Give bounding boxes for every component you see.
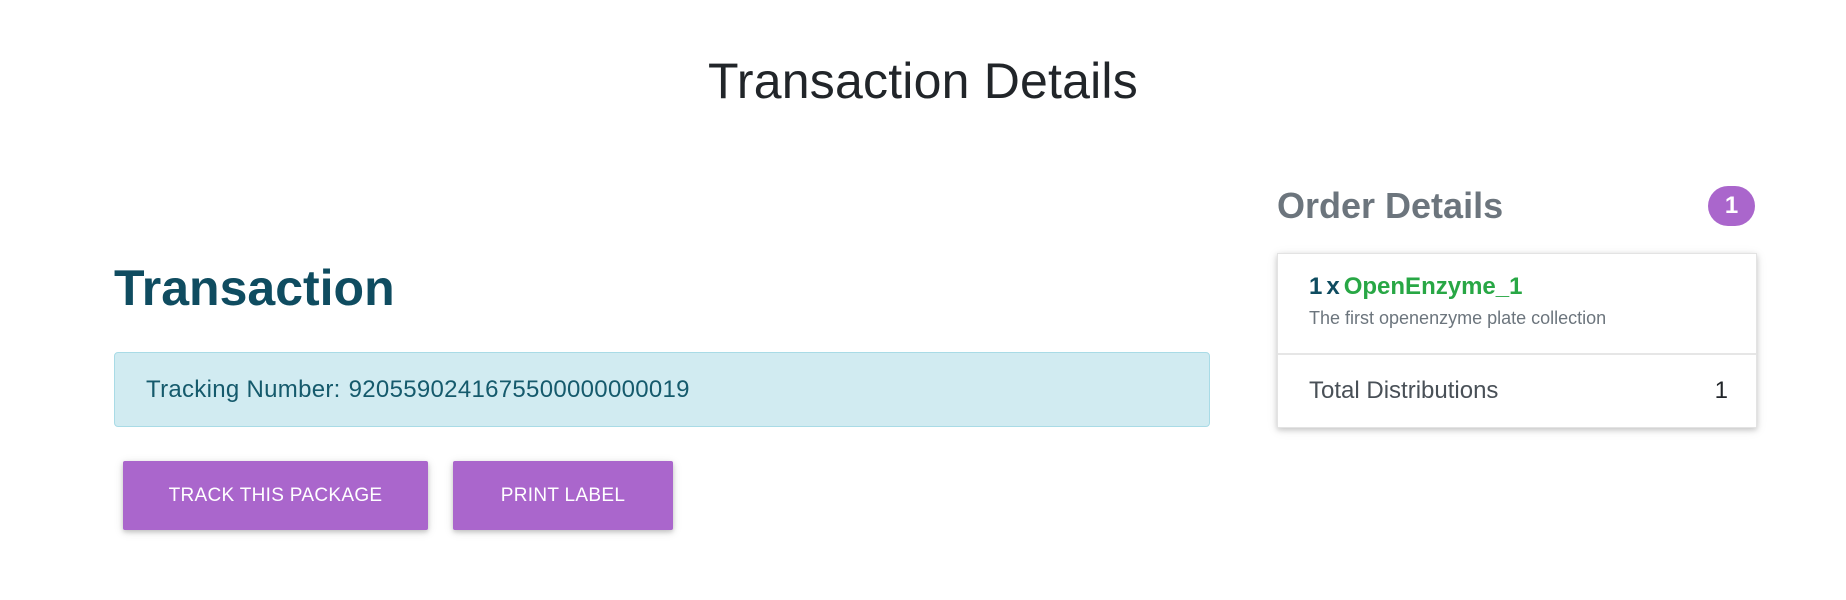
order-details-section: Order Details 1 1 x OpenEnzyme_1 The first…	[1277, 183, 1757, 428]
order-details-card: 1 x OpenEnzyme_1 The first openenzyme plat…	[1277, 253, 1757, 428]
total-distributions-value: 1	[1714, 377, 1728, 404]
list-item: 1 x OpenEnzyme_1 The first openenzyme plat…	[1278, 254, 1756, 355]
transaction-details-page: Transaction Details Transaction Tracking…	[0, 0, 1846, 600]
tracking-number-alert: Tracking Number: 92055902416755000000000…	[114, 352, 1210, 427]
order-item-description: The first openenzyme plate collection	[1309, 308, 1607, 328]
print-label-button[interactable]: PRINT LABEL	[453, 461, 673, 530]
order-count-badge: 1	[1708, 186, 1755, 226]
track-package-button[interactable]: TRACK THIS PACKAGE	[123, 461, 428, 530]
order-item-name: OpenEnzyme_1	[1343, 273, 1523, 300]
total-distributions-row: Total Distributions 1	[1278, 355, 1756, 427]
page-title: Transaction Details	[708, 53, 1138, 109]
transaction-actions: TRACK THIS PACKAGE PRINT LABEL	[123, 461, 1210, 530]
tracking-number-value: 9205590241675500000000019	[348, 375, 690, 403]
total-distributions-label: Total Distributions	[1309, 377, 1499, 404]
tracking-number-label: Tracking Number:	[146, 375, 341, 403]
order-details-heading: Order Details	[1277, 185, 1504, 226]
order-item-multiplier: x	[1326, 273, 1340, 300]
transaction-heading: Transaction	[114, 260, 395, 316]
order-item-title: 1 x OpenEnzyme_1	[1309, 272, 1725, 302]
order-item-quantity: 1	[1309, 273, 1323, 300]
order-details-header: Order Details 1	[1277, 183, 1757, 229]
transaction-section: Transaction Tracking Number: 92055902416…	[114, 258, 1210, 530]
